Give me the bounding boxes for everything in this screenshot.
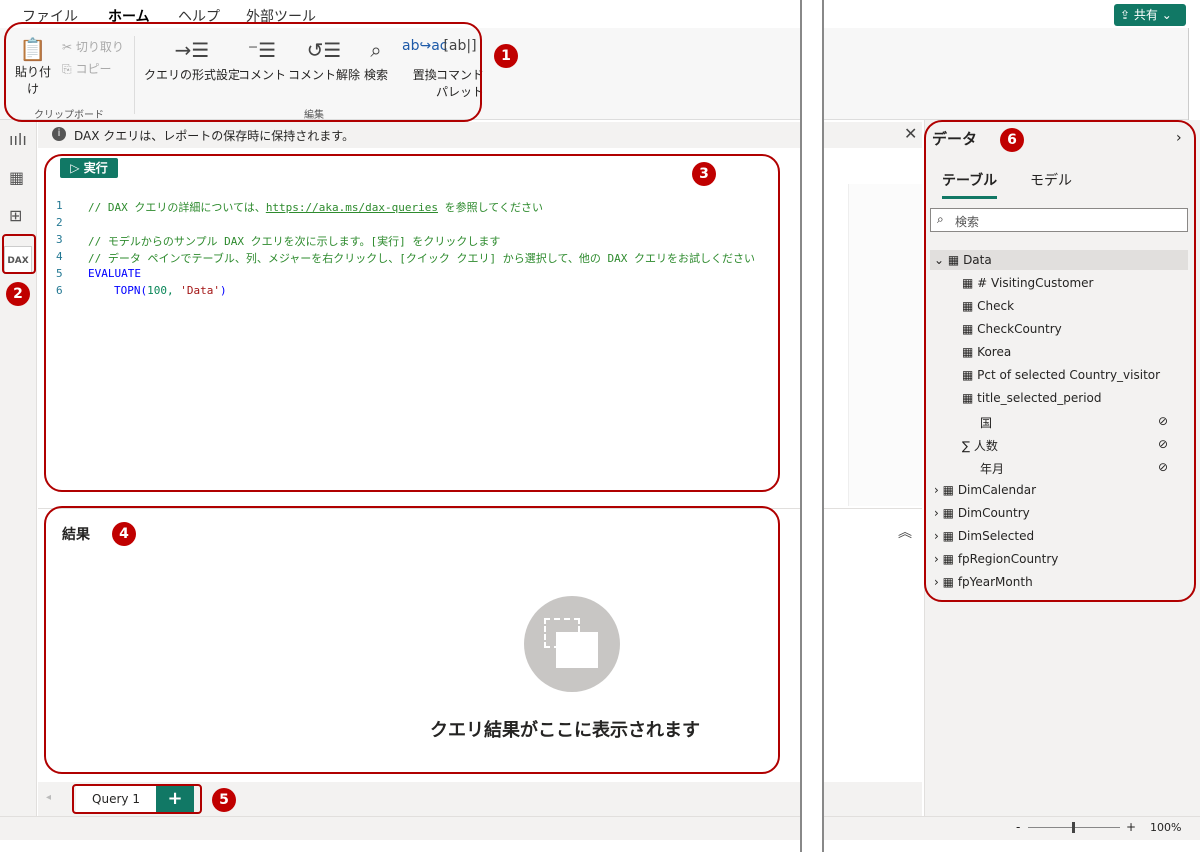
info-icon: i <box>52 127 66 141</box>
minimap[interactable] <box>848 184 922 506</box>
highlight-ribbon <box>4 22 482 122</box>
ribbon-collapse-edge <box>1188 28 1200 120</box>
highlight-editor <box>44 154 780 492</box>
highlight-dax-icon <box>2 234 36 274</box>
zoom-in-button[interactable]: + <box>1126 820 1136 834</box>
zoom-level: 100% <box>1150 821 1182 834</box>
zoom-out-button[interactable]: - <box>1016 820 1020 834</box>
callout-badge: 2 <box>6 282 30 306</box>
model-view-icon[interactable]: ⊞ <box>9 206 22 225</box>
tab-scroll-left-icon[interactable]: ◂ <box>46 792 51 803</box>
callout-badge: 1 <box>494 44 518 68</box>
zoom-slider[interactable] <box>1028 822 1120 833</box>
collapse-results-icon[interactable]: ︽ <box>898 522 912 542</box>
callout-badge: 3 <box>692 162 716 186</box>
table-view-icon[interactable]: ▦ <box>9 168 24 187</box>
callout-badge: 4 <box>112 522 136 546</box>
view-sidebar: ıılı ▦ ⊞ DAX <box>0 120 37 820</box>
highlight-results <box>44 506 780 774</box>
report-view-icon[interactable]: ıılı <box>9 130 27 149</box>
highlight-tabs <box>72 784 202 814</box>
torn-edge <box>800 0 824 852</box>
info-bar: i DAX クエリは、レポートの保存時に保持されます。 ✕ <box>38 122 922 148</box>
share-icon: ⇪ <box>1120 8 1134 22</box>
close-icon[interactable]: ✕ <box>904 124 917 143</box>
highlight-data-pane <box>924 120 1196 602</box>
share-button[interactable]: ⇪ 共有 ⌄ <box>1114 4 1186 26</box>
callout-badge: 6 <box>1000 128 1024 152</box>
callout-badge: 5 <box>212 788 236 812</box>
